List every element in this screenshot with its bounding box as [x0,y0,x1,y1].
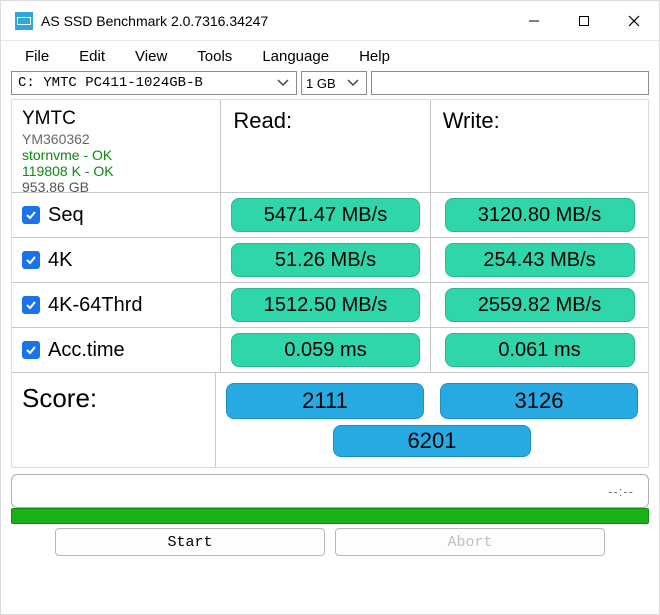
menu-file[interactable]: File [25,48,49,65]
4k64-label: 4K-64Thrd [48,294,143,317]
4k-read: 51.26 MB/s [231,243,420,277]
acc-checkbox[interactable] [22,341,40,359]
model-label: YM360362 [22,131,114,147]
score-read: 2111 [226,383,424,419]
size-select-value: 1 GB [306,76,342,91]
alignment-status: 119808 K - OK [22,163,114,179]
menu-language[interactable]: Language [262,48,329,65]
drive-select[interactable]: C: YMTC PC411-1024GB-B [11,71,297,95]
vendor-label: YMTC [22,108,114,130]
window-title: AS SSD Benchmark 2.0.7316.34247 [41,13,268,29]
status-bar [11,508,649,524]
4k64-read: 1512.50 MB/s [231,288,420,322]
titlebar: AS SSD Benchmark 2.0.7316.34247 [1,1,659,41]
write-header: Write: [431,100,648,192]
menu-view[interactable]: View [135,48,167,65]
results-grid: YMTC YM360362 stornvme - OK 119808 K - O… [11,99,649,468]
chevron-down-icon[interactable] [342,73,364,93]
score-total: 6201 [333,425,531,457]
abort-button[interactable]: Abort [335,528,605,556]
4k64-checkbox[interactable] [22,296,40,314]
progress-bar: --:-- [11,474,649,508]
acc-read: 0.059 ms [231,333,420,367]
maximize-button[interactable] [559,1,609,41]
menu-help[interactable]: Help [359,48,390,65]
4k-write: 254.43 MB/s [445,243,635,277]
menubar: File Edit View Tools Language Help [1,41,659,71]
4k64-write: 2559.82 MB/s [445,288,635,322]
driver-status: stornvme - OK [22,147,114,163]
4k-label: 4K [48,249,72,272]
4k-checkbox[interactable] [22,251,40,269]
read-header: Read: [221,100,430,192]
drive-select-value: C: YMTC PC411-1024GB-B [18,75,272,91]
seq-label: Seq [48,204,84,227]
size-select[interactable]: 1 GB [301,71,367,95]
chevron-down-icon[interactable] [272,73,294,93]
score-write: 3126 [440,383,638,419]
start-button[interactable]: Start [55,528,325,556]
seq-checkbox[interactable] [22,206,40,224]
progress-time: --:-- [608,484,634,499]
seq-read: 5471.47 MB/s [231,198,420,232]
acc-label: Acc.time [48,339,125,362]
acc-write: 0.061 ms [445,333,635,367]
seq-write: 3120.80 MB/s [445,198,635,232]
score-label: Score: [12,373,216,467]
app-icon [15,12,33,30]
close-button[interactable] [609,1,659,41]
drive-info: YMTC YM360362 stornvme - OK 119808 K - O… [22,108,114,195]
blank-field[interactable] [371,71,649,95]
menu-edit[interactable]: Edit [79,48,105,65]
menu-tools[interactable]: Tools [197,48,232,65]
minimize-button[interactable] [509,1,559,41]
